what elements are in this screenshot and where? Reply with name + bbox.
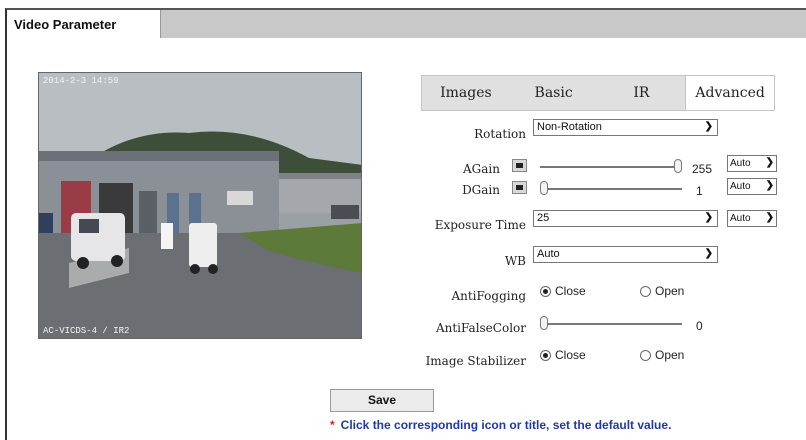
dgain-mode-select[interactable]: Auto ❯ bbox=[727, 178, 777, 195]
tab-images[interactable]: Images bbox=[422, 76, 510, 110]
stabilizer-close-label: Close bbox=[555, 348, 586, 362]
antifogging-open-radio[interactable] bbox=[640, 286, 651, 297]
chevron-down-icon: ❯ bbox=[765, 212, 774, 223]
again-value: 255 bbox=[692, 162, 713, 176]
stabilizer-label[interactable]: Image Stabilizer bbox=[420, 354, 526, 368]
antifogging-open-label: Open bbox=[655, 284, 685, 298]
antifogging-close-label: Close bbox=[555, 284, 586, 298]
osd-camera-label: AC-VICDS-4 / IR2 bbox=[43, 326, 130, 336]
osd-timestamp: 2014-2-3 14:59 bbox=[43, 76, 119, 86]
stabilizer-close-radio[interactable] bbox=[540, 350, 551, 361]
again-label[interactable]: AGain bbox=[420, 162, 500, 176]
stabilizer-open-label: Open bbox=[655, 348, 685, 362]
dgain-value: 1 bbox=[696, 184, 703, 198]
again-default-icon[interactable] bbox=[512, 159, 527, 172]
chevron-down-icon: ❯ bbox=[704, 212, 713, 223]
dgain-mode-value: Auto bbox=[730, 181, 751, 192]
exposure-label[interactable]: Exposure Time bbox=[420, 218, 526, 232]
exposure-mode-value: Auto bbox=[730, 213, 751, 224]
dgain-label[interactable]: DGain bbox=[420, 183, 500, 197]
antifalsecolor-label[interactable]: AntiFalseColor bbox=[420, 321, 526, 335]
chevron-down-icon: ❯ bbox=[704, 248, 713, 259]
again-slider-handle[interactable] bbox=[674, 159, 682, 173]
wb-select[interactable]: Auto ❯ bbox=[533, 246, 718, 263]
wb-value: Auto bbox=[537, 248, 560, 260]
panel-title-tab: Video Parameter bbox=[7, 10, 161, 38]
chevron-down-icon: ❯ bbox=[704, 121, 713, 132]
again-mode-select[interactable]: Auto ❯ bbox=[727, 155, 777, 172]
wb-label[interactable]: WB bbox=[420, 254, 526, 268]
hint-note: * Click the corresponding icon or title, … bbox=[330, 418, 671, 432]
tab-advanced[interactable]: Advanced bbox=[685, 76, 774, 110]
antifogging-close-radio[interactable] bbox=[540, 286, 551, 297]
again-slider-track[interactable] bbox=[540, 166, 682, 168]
antifalsecolor-slider-track[interactable] bbox=[540, 323, 682, 325]
tab-ir[interactable]: IR bbox=[598, 76, 686, 110]
rotation-value: Non-Rotation bbox=[537, 121, 602, 133]
rotation-select[interactable]: Non-Rotation ❯ bbox=[533, 119, 718, 136]
rotation-label[interactable]: Rotation bbox=[420, 127, 526, 141]
page-title: Video Parameter bbox=[14, 17, 117, 32]
tab-basic[interactable]: Basic bbox=[510, 76, 598, 110]
antifalsecolor-value: 0 bbox=[696, 319, 703, 333]
chevron-down-icon: ❯ bbox=[765, 180, 774, 191]
title-bar bbox=[161, 10, 806, 38]
antifalsecolor-slider-handle[interactable] bbox=[540, 316, 548, 330]
settings-tabs: Images Basic IR Advanced bbox=[421, 75, 775, 111]
dgain-slider-handle[interactable] bbox=[540, 181, 548, 195]
exposure-select[interactable]: 25 ❯ bbox=[533, 210, 718, 227]
save-button[interactable]: Save bbox=[330, 389, 434, 412]
antifogging-label[interactable]: AntiFogging bbox=[420, 289, 526, 303]
stabilizer-open-radio[interactable] bbox=[640, 350, 651, 361]
hint-text: Click the corresponding icon or title, s… bbox=[340, 418, 672, 432]
dgain-default-icon[interactable] bbox=[512, 181, 527, 194]
exposure-mode-select[interactable]: Auto ❯ bbox=[727, 210, 777, 227]
again-mode-value: Auto bbox=[730, 158, 751, 169]
camera-scene-image bbox=[39, 73, 361, 338]
chevron-down-icon: ❯ bbox=[765, 157, 774, 168]
exposure-value: 25 bbox=[537, 212, 550, 224]
video-preview: 2014-2-3 14:59 AC-VICDS-4 / IR2 bbox=[38, 72, 362, 339]
required-star: * bbox=[330, 418, 335, 432]
dgain-slider-track[interactable] bbox=[540, 188, 682, 190]
